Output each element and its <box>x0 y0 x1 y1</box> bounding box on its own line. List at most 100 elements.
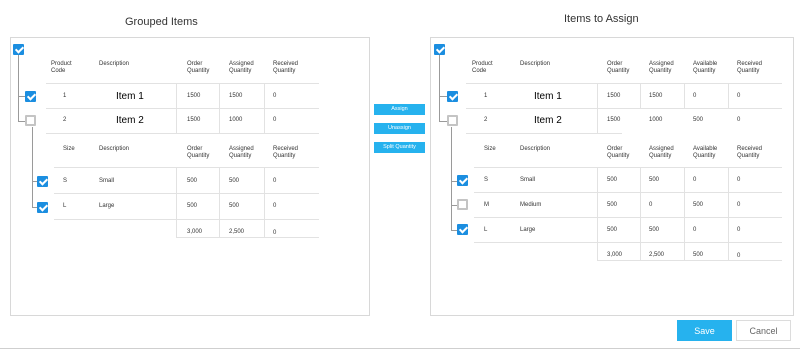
select-all-checkbox[interactable] <box>13 44 24 55</box>
col-divider <box>597 167 598 260</box>
assign-button[interactable]: Assign <box>374 104 425 115</box>
cell-description: Item 2 <box>534 115 562 126</box>
item-2-checkbox[interactable] <box>447 115 458 126</box>
col-divider <box>640 83 641 108</box>
col-header-size: Size <box>484 146 496 152</box>
cell-available-quantity: 0 <box>693 93 697 99</box>
row-divider <box>176 237 319 238</box>
cell-order-quantity: 1500 <box>187 117 201 123</box>
cell-description: Small <box>99 178 115 184</box>
col-header-product-code: Product Code <box>51 61 72 74</box>
cell-received-quantity: 0 <box>273 117 277 123</box>
cell-product-code: 1 <box>484 93 488 99</box>
cell-order-quantity: 1500 <box>607 117 621 123</box>
cell-order-quantity: 1500 <box>187 93 201 99</box>
col-header-order-quantity: Order Quantity <box>187 61 210 74</box>
total-received-quantity: 0 <box>273 230 277 236</box>
col-header-assigned-quantity: Assigned Quantity <box>649 146 674 159</box>
cancel-button[interactable]: Cancel <box>736 320 791 341</box>
cell-size: S <box>63 178 68 184</box>
col-header-description: Description <box>99 61 130 67</box>
cell-assigned-quantity: 1500 <box>229 93 243 99</box>
size-l-checkbox[interactable] <box>37 202 48 213</box>
col-header-order-quantity: Order Quantity <box>607 61 630 74</box>
cell-assigned-quantity: 500 <box>229 203 240 209</box>
total-assigned-quantity: 2,500 <box>229 229 245 235</box>
col-divider <box>219 167 220 237</box>
col-divider <box>176 167 177 237</box>
col-header-description: Description <box>520 61 551 67</box>
col-header-assigned-quantity: Assigned Quantity <box>229 61 254 74</box>
cell-assigned-quantity: 1000 <box>649 117 663 123</box>
cell-assigned-quantity: 500 <box>649 177 660 183</box>
grouped-items-panel <box>10 37 370 316</box>
split-quantity-button[interactable]: Split Quantity <box>374 142 425 153</box>
cell-order-quantity: 500 <box>187 178 198 184</box>
cell-product-code: 1 <box>63 93 67 99</box>
row-divider <box>46 108 319 109</box>
col-divider <box>176 83 177 133</box>
tree-line <box>18 55 19 122</box>
cell-received-quantity: 0 <box>737 177 741 183</box>
col-header-received-quantity: Received Quantity <box>273 146 299 159</box>
total-assigned-quantity: 2,500 <box>649 252 665 258</box>
total-received-quantity: 0 <box>737 253 741 259</box>
cell-received-quantity: 0 <box>273 93 277 99</box>
size-l-checkbox[interactable] <box>457 224 468 235</box>
cell-received-quantity: 0 <box>737 227 741 233</box>
total-available-quantity: 500 <box>693 252 704 258</box>
item-2-checkbox[interactable] <box>25 115 36 126</box>
col-header-available-quantity: Available Quantity <box>693 61 718 74</box>
row-divider <box>466 83 782 84</box>
size-s-checkbox[interactable] <box>457 175 468 186</box>
grouped-items-title: Grouped Items <box>125 16 198 28</box>
save-button[interactable]: Save <box>677 320 732 341</box>
row-divider <box>46 133 319 134</box>
row-divider <box>466 133 622 134</box>
row-divider <box>597 260 782 261</box>
col-divider <box>728 83 729 108</box>
size-s-checkbox[interactable] <box>37 176 48 187</box>
row-divider <box>474 242 782 243</box>
cell-product-code: 2 <box>63 117 67 123</box>
total-order-quantity: 3,000 <box>187 229 203 235</box>
row-divider <box>54 219 319 220</box>
cell-description: Medium <box>520 202 542 208</box>
tree-line <box>439 121 447 122</box>
select-all-checkbox[interactable] <box>434 44 445 55</box>
size-m-checkbox[interactable] <box>457 199 468 210</box>
col-divider <box>684 83 685 108</box>
cell-available-quantity: 0 <box>693 227 697 233</box>
col-header-size: Size <box>63 146 75 152</box>
item-1-checkbox[interactable] <box>447 91 458 102</box>
tree-line <box>32 127 33 208</box>
cell-assigned-quantity: 1000 <box>229 117 243 123</box>
row-divider <box>46 83 319 84</box>
col-header-description: Description <box>520 146 551 152</box>
cell-assigned-quantity: 1500 <box>649 93 663 99</box>
cell-description: Large <box>520 227 536 233</box>
tree-line <box>451 127 452 231</box>
cell-description: Item 2 <box>116 115 144 126</box>
col-header-assigned-quantity: Assigned Quantity <box>649 61 674 74</box>
cell-size: M <box>484 202 489 208</box>
row-divider <box>466 108 782 109</box>
unassign-button[interactable]: Unassign <box>374 123 425 134</box>
col-divider <box>219 83 220 133</box>
col-header-received-quantity: Received Quantity <box>273 61 299 74</box>
cell-order-quantity: 500 <box>607 227 618 233</box>
cell-product-code: 2 <box>484 117 488 123</box>
row-divider <box>474 192 782 193</box>
cell-description: Item 1 <box>116 91 144 102</box>
total-order-quantity: 3,000 <box>607 252 623 258</box>
cell-size: L <box>484 227 488 233</box>
cell-order-quantity: 500 <box>607 202 618 208</box>
item-1-checkbox[interactable] <box>25 91 36 102</box>
tree-line <box>18 96 25 97</box>
col-divider <box>597 83 598 133</box>
row-divider <box>474 217 782 218</box>
cell-order-quantity: 1500 <box>607 93 621 99</box>
cell-order-quantity: 500 <box>607 177 618 183</box>
cell-order-quantity: 500 <box>187 203 198 209</box>
cell-size: S <box>484 177 489 183</box>
